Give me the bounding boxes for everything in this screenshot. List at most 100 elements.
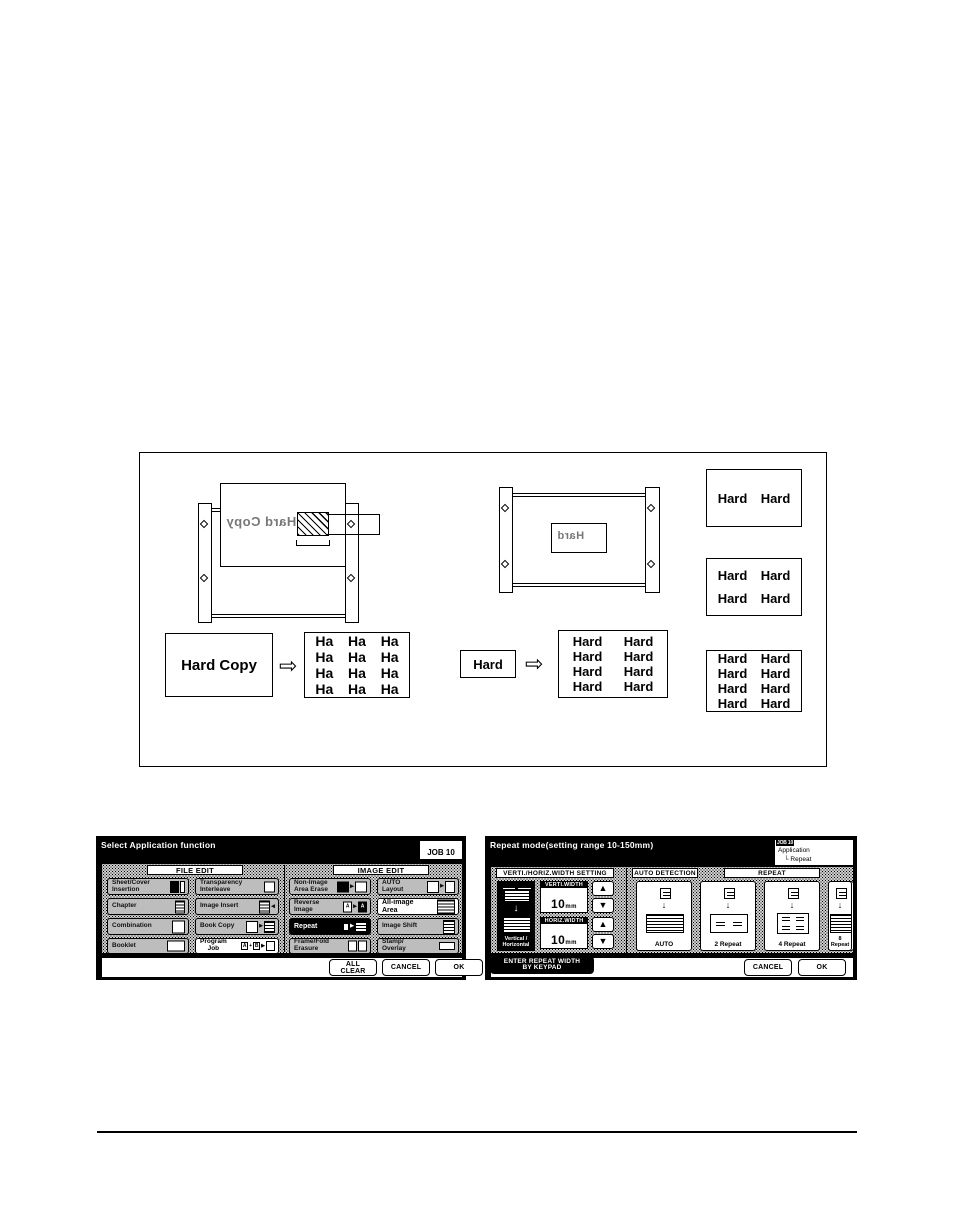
- panel-left-title: Select Application function: [101, 840, 216, 850]
- sample-row: Hard Hard: [562, 679, 664, 694]
- repeat4-source-preview: [788, 888, 799, 899]
- horiz-width-number: 10: [550, 933, 566, 947]
- sample-word: Hard: [760, 681, 791, 696]
- image-insert-icon: ◀: [259, 900, 275, 913]
- btn-combination[interactable]: Combination: [107, 918, 189, 935]
- sample-word: Ha: [380, 665, 399, 681]
- btn-image-shift[interactable]: Image Shift: [377, 918, 459, 935]
- select-application-function-screen: Select Application function JOB 10 FILE …: [96, 836, 483, 980]
- repeat-illustration-panel: Hard Copy Hard Copy ⇨ Ha Ha Ha Ha Ha Ha Ha Ha Ha…: [139, 452, 827, 767]
- sample-word: Ha: [348, 649, 366, 665]
- auto-result-preview: [646, 914, 684, 933]
- sample-4-repeat: Hard Hard Hard Hard: [706, 558, 802, 616]
- auto-down-arrow: ↓: [661, 900, 667, 910]
- horiz-width-field[interactable]: HORIZ.WIDTH 10mm: [540, 917, 588, 949]
- repeat-2-card[interactable]: ↓ 2 Repeat: [700, 881, 756, 951]
- btn-non-image-area-erase[interactable]: Non-Image Area Erase ▶: [289, 878, 371, 895]
- repeat8-down-arrow: ↓: [837, 900, 843, 910]
- btn-chapter[interactable]: Chapter: [107, 898, 189, 915]
- section-divider: [626, 868, 627, 953]
- sample-word: Hard: [717, 651, 748, 666]
- platen-illustration-left: Hard Copy: [190, 483, 390, 628]
- chapter-icon: [175, 900, 185, 913]
- sample-word: Hard: [760, 490, 791, 506]
- sample-word: Hard: [717, 568, 748, 583]
- ok-button[interactable]: OK: [798, 959, 846, 976]
- btn-label: Stamp/ Overlay: [382, 938, 406, 952]
- sample-word: Hard: [717, 490, 748, 506]
- btn-auto-layout[interactable]: AUTO Layout ▶: [377, 878, 459, 895]
- frame-fold-erasure-icon: [348, 940, 367, 952]
- sample-word: Ha: [380, 681, 399, 697]
- btn-transparency-interleave[interactable]: Transparency Interleave: [195, 878, 279, 895]
- repeat8-result-preview: [830, 914, 852, 933]
- cancel-button[interactable]: CANCEL: [382, 959, 430, 976]
- job-badge-label: JOB 10: [776, 840, 795, 846]
- file-edit-header: FILE EDIT: [147, 865, 243, 875]
- measure-tick-left: [503, 884, 515, 889]
- measure-tick-right: [518, 884, 531, 889]
- sample-word: Hard: [623, 649, 654, 664]
- btn-book-copy[interactable]: Book Copy ▶: [195, 918, 279, 935]
- original-sample-left: Hard Copy: [165, 633, 273, 697]
- sample-row: Hard Hard: [562, 664, 664, 679]
- page-footer-rule: [97, 1131, 857, 1133]
- verti-width-field[interactable]: VERTI.WIDTH 10mm: [540, 881, 588, 913]
- enter-repeat-width-by-keypad-button[interactable]: ENTER REPEAT WIDTH BY KEYPAD: [490, 956, 594, 974]
- sample-word: Ha: [348, 681, 366, 697]
- repeat8-source-preview: [836, 888, 847, 899]
- horiz-width-down-button[interactable]: ▼: [592, 934, 614, 949]
- auto-card-label: AUTO: [654, 941, 674, 948]
- btn-all-image-area[interactable]: All-image Area: [377, 898, 459, 915]
- btn-label: Non-Image Area Erase: [294, 878, 328, 893]
- job-badge-label: JOB 10: [427, 848, 455, 857]
- sample-8-repeat: Hard Hard Hard Hard Hard Hard Hard Hard: [706, 650, 802, 712]
- repeat8-card-label: 8 Repeat: [830, 936, 850, 948]
- btn-repeat[interactable]: Repeat ▶: [289, 918, 371, 935]
- sample-word: Ha: [380, 633, 399, 649]
- btn-stamp-overlay[interactable]: Stamp/ Overlay: [377, 938, 459, 954]
- platen-illustration-right: Hard: [495, 485, 685, 595]
- auto-source-preview: [660, 888, 671, 899]
- btn-label: Repeat: [294, 922, 318, 930]
- ok-button[interactable]: OK: [435, 959, 483, 976]
- sample-word: Ha: [315, 681, 334, 697]
- btn-label: All-image Area: [382, 899, 414, 914]
- btn-booklet[interactable]: Booklet: [107, 938, 189, 954]
- btn-label: Combination: [112, 922, 152, 930]
- sample-word: Hard: [760, 651, 791, 666]
- btn-program-job[interactable]: Program Job A + B ▶: [195, 938, 279, 954]
- transparency-icon: [264, 881, 275, 892]
- transform-arrow-right: ⇨: [525, 651, 544, 676]
- btn-image-insert[interactable]: Image Insert ◀: [195, 898, 279, 915]
- btn-label: Booklet: [112, 941, 136, 949]
- sample-word: Hard: [717, 696, 748, 711]
- verti-width-caption: VERTI.WIDTH: [541, 882, 587, 888]
- btn-reverse-image[interactable]: Reverse Image A ▶ A: [289, 898, 371, 915]
- sample-word: Ha: [315, 633, 334, 649]
- horiz-width-up-button[interactable]: ▲: [592, 917, 614, 932]
- cancel-button[interactable]: CANCEL: [744, 959, 792, 976]
- width-setting-header: VERTI./HORIZ.WIDTH SETTING: [496, 868, 614, 878]
- job-application-line: Application: [778, 847, 810, 854]
- repeat4-card-label: 4 Repeat: [778, 941, 806, 948]
- auto-detection-card[interactable]: ↓ AUTO: [636, 881, 692, 951]
- btn-frame-fold-erasure[interactable]: Frame/Fold Erasure: [289, 938, 371, 954]
- all-clear-button[interactable]: ALL CLEAR: [329, 959, 377, 976]
- vertical-horizontal-tile[interactable]: ↓ Vertical / Horizontal: [497, 881, 535, 951]
- btn-sheet-cover-insertion[interactable]: Sheet/Cover Insertion: [107, 878, 189, 895]
- repeat-8-card-body[interactable]: ↓ 8 Repeat: [828, 881, 852, 951]
- verti-width-number: 10: [550, 897, 566, 911]
- ghost-text-left: Hard Copy: [226, 514, 297, 529]
- repeat4-result-preview: [777, 913, 809, 934]
- verti-width-up-button[interactable]: ▲: [592, 881, 614, 896]
- orientation-preview-bottom: [503, 916, 531, 933]
- auto-detection-header: AUTO DETECTION: [632, 868, 698, 878]
- repeat2-down-arrow: ↓: [725, 900, 731, 910]
- sample-word: Hard: [760, 696, 791, 711]
- sample-row: Hard Hard: [562, 649, 664, 664]
- btn-label: Chapter: [112, 902, 137, 910]
- verti-width-down-button[interactable]: ▼: [592, 898, 614, 913]
- repeat-4-card[interactable]: ↓ 4 Repeat: [764, 881, 820, 951]
- original-sample-right: Hard: [460, 650, 516, 678]
